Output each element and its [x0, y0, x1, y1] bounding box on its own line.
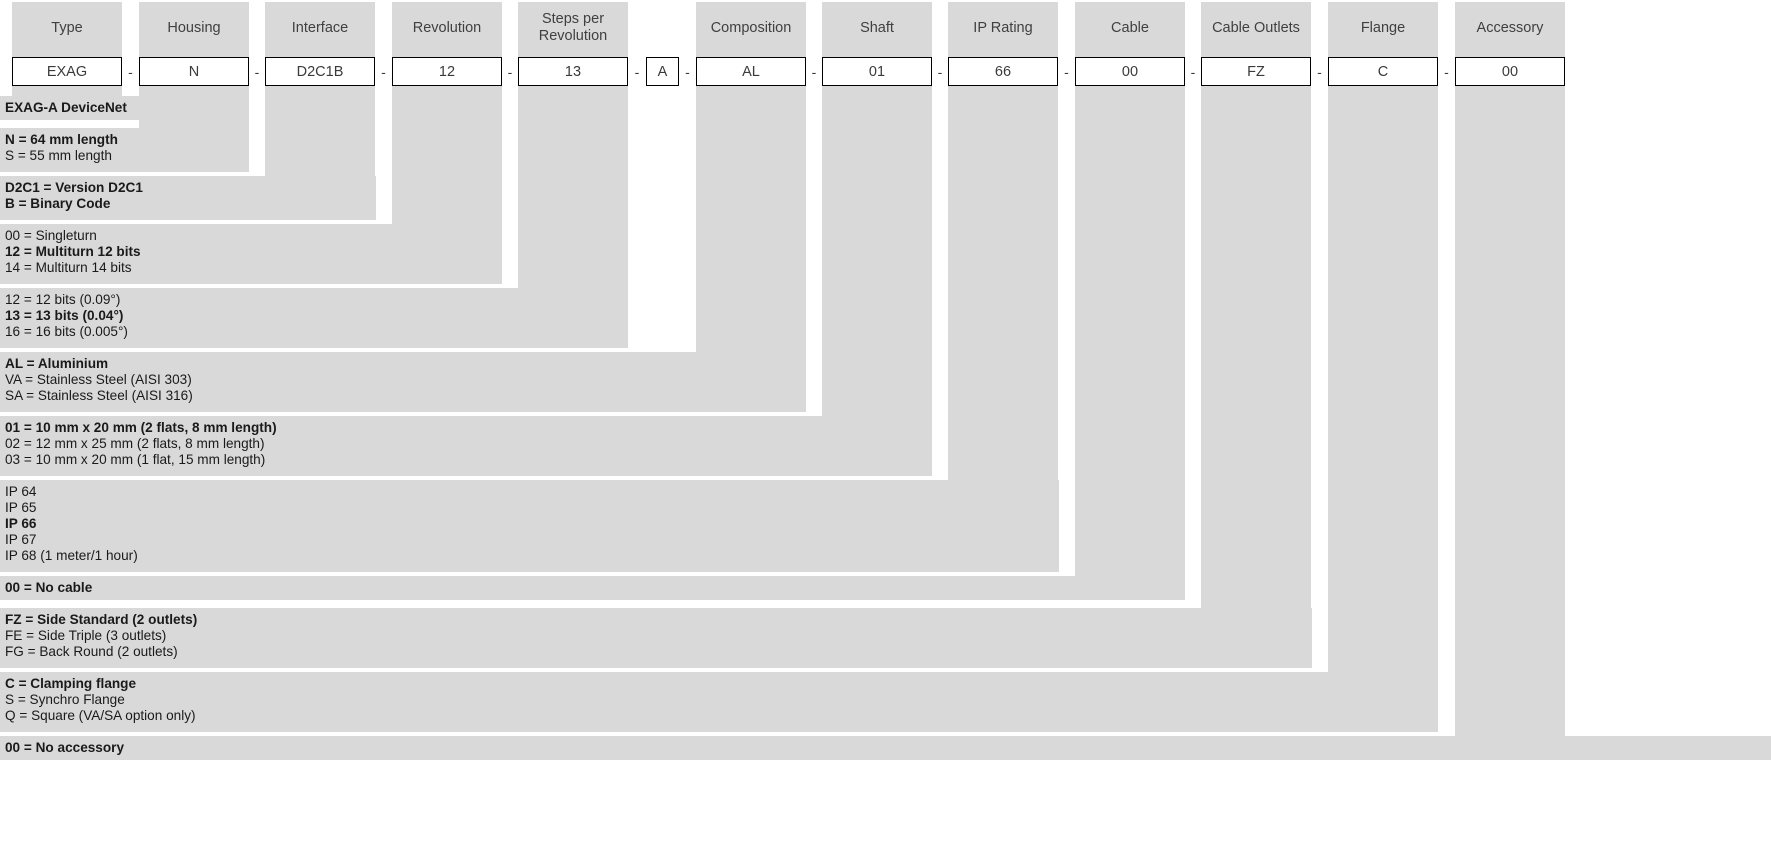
legend-block-housing: N = 64 mm length S = 55 mm length [0, 128, 249, 172]
legend-line: 12 = 12 bits (0.09°) [5, 292, 121, 307]
value-box-cable[interactable]: 00 [1075, 57, 1185, 86]
column-tail-accessory [1455, 54, 1565, 760]
column-header-composition: Composition [696, 2, 806, 54]
code-separator-dash: - [685, 63, 690, 80]
column-tail-shaft [822, 54, 932, 476]
value-box-composition[interactable]: AL [696, 57, 806, 86]
legend-line: EXAG-A DeviceNet [5, 100, 127, 115]
legend-line: 01 = 10 mm x 20 mm (2 flats, 8 mm length… [5, 420, 277, 435]
legend-line: 14 = Multiturn 14 bits [5, 260, 132, 275]
column-header-interface: Interface [265, 2, 375, 54]
column-tail-flange [1328, 54, 1438, 732]
legend-block-cable-outlets: FZ = Side Standard (2 outlets) FE = Side … [0, 608, 1312, 668]
legend-block-flange: C = Clamping flange S = Synchro Flange Q =… [0, 672, 1438, 732]
legend-block-accessory: 00 = No accessory [0, 736, 1771, 760]
legend-line: C = Clamping flange [5, 676, 137, 691]
column-header-revolution: Revolution [392, 2, 502, 54]
legend-block-cable: 00 = No cable [0, 576, 1185, 600]
legend-line: IP 68 (1 meter/1 hour) [5, 548, 138, 563]
column-header-cable-outlets: Cable Outlets [1201, 2, 1311, 54]
legend-line: B = Binary Code [5, 196, 111, 211]
value-box-shaft[interactable]: 01 [822, 57, 932, 86]
code-separator-dash: - [937, 63, 943, 80]
column-header-flange: Flange [1328, 2, 1438, 54]
code-separator-dash: - [1064, 63, 1069, 80]
column-header-type: Type [12, 2, 122, 54]
legend-block-steps-per-revolution: 12 = 12 bits (0.09°) 13 = 13 bits (0.04°)… [0, 288, 628, 348]
column-header-accessory: Accessory [1455, 2, 1565, 54]
legend-line: 00 = No accessory [5, 740, 125, 755]
legend-line: 02 = 12 mm x 25 mm (2 flats, 8 mm length… [5, 436, 265, 451]
legend-block-ip-rating: IP 64 IP 65 IP 66 IP 67 IP 68 (1 meter/1 hou… [0, 480, 1059, 572]
code-separator-dash: - [1317, 63, 1322, 80]
legend-line: N = 64 mm length [5, 132, 118, 147]
legend-line: FG = Back Round (2 outlets) [5, 644, 178, 659]
column-header-housing: Housing [139, 2, 249, 54]
legend-block-composition: AL = Aluminium VA = Stainless Steel (AISI… [0, 352, 806, 412]
legend-line: 13 = 13 bits (0.04°) [5, 308, 124, 323]
column-header-ip-rating: IP Rating [948, 2, 1058, 54]
column-tail-cable-outlets [1201, 54, 1311, 668]
code-separator-dash: - [1444, 63, 1449, 80]
code-separator-dash: - [811, 63, 817, 80]
code-separator-dash: - [254, 63, 260, 80]
legend-line: 03 = 10 mm x 20 mm (1 flat, 15 mm length… [5, 452, 266, 467]
code-separator-dash: - [128, 63, 133, 80]
column-tail-cable [1075, 54, 1185, 600]
legend-line: IP 66 [5, 516, 37, 531]
legend-line: S = Synchro Flange [5, 692, 125, 707]
value-box-steps-per-revolution[interactable]: 13 [518, 57, 628, 86]
code-separator-dash: - [1190, 63, 1196, 80]
legend-line: 00 = Singleturn [5, 228, 97, 243]
value-box-interface[interactable]: D2C1B [265, 57, 375, 86]
legend-line: AL = Aluminium [5, 356, 109, 371]
value-box-ip-rating[interactable]: 66 [948, 57, 1058, 86]
legend-block-revolution: 00 = Singleturn 12 = Multiturn 12 bits 14 … [0, 224, 502, 284]
legend-line: IP 65 [5, 500, 37, 515]
legend-line: 12 = Multiturn 12 bits [5, 244, 141, 259]
legend-line: VA = Stainless Steel (AISI 303) [5, 372, 192, 387]
value-box-accessory[interactable]: 00 [1455, 57, 1565, 86]
value-box-type[interactable]: EXAG [12, 57, 122, 86]
value-box-unnamed[interactable]: A [646, 57, 679, 86]
column-header-shaft: Shaft [822, 2, 932, 54]
column-header-cable: Cable [1075, 2, 1185, 54]
legend-line: 16 = 16 bits (0.005°) [5, 324, 128, 339]
order-code-configurator: EXAG-A DeviceNet N = 64 mm length S = 55 m… [0, 0, 1771, 854]
legend-line: IP 64 [5, 484, 37, 499]
legend-line: FE = Side Triple (3 outlets) [5, 628, 167, 643]
legend-block-type: EXAG-A DeviceNet [0, 96, 139, 120]
legend-line: 00 = No cable [5, 580, 93, 595]
legend-line: SA = Stainless Steel (AISI 316) [5, 388, 193, 403]
column-header-steps-per-revolution: Steps per Revolution [518, 2, 628, 54]
value-box-cable-outlets[interactable]: FZ [1201, 57, 1311, 86]
legend-line: S = 55 mm length [5, 148, 112, 163]
legend-line: D2C1 = Version D2C1 [5, 180, 143, 195]
value-box-housing[interactable]: N [139, 57, 249, 86]
legend-line: FZ = Side Standard (2 outlets) [5, 612, 198, 627]
legend-line: IP 67 [5, 532, 37, 547]
legend-block-shaft: 01 = 10 mm x 20 mm (2 flats, 8 mm length… [0, 416, 932, 476]
code-separator-dash: - [507, 63, 513, 80]
code-separator-dash: - [634, 63, 640, 80]
legend-line: Q = Square (VA/SA option only) [5, 708, 196, 723]
value-box-flange[interactable]: C [1328, 57, 1438, 86]
code-separator-dash: - [381, 63, 386, 80]
legend-block-interface: D2C1 = Version D2C1 B = Binary Code [0, 176, 376, 220]
value-box-revolution[interactable]: 12 [392, 57, 502, 86]
